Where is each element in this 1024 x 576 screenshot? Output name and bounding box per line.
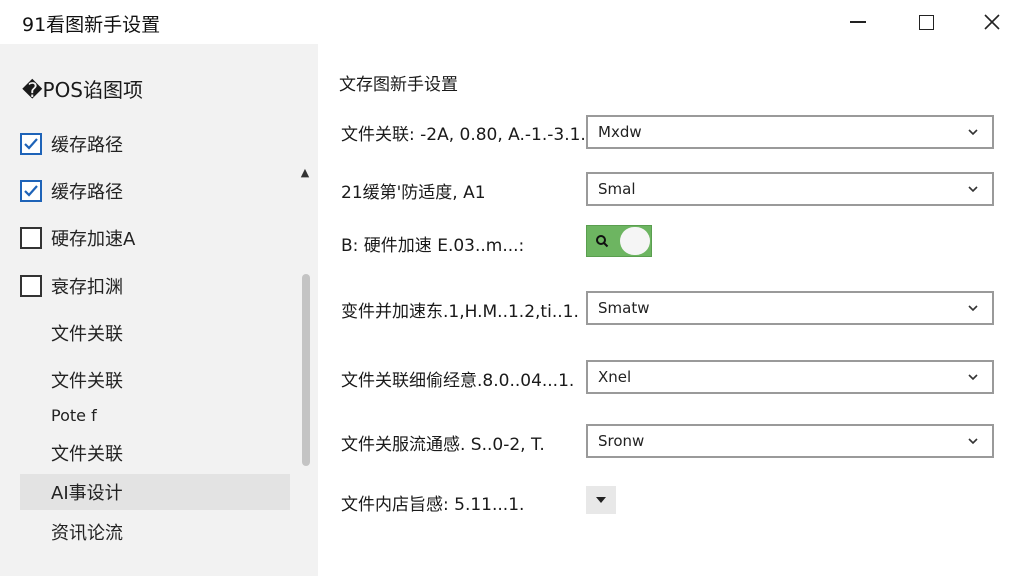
sidebar-item-ai-design[interactable]: AI事设计: [20, 474, 290, 510]
sidebar-item-hw-accel[interactable]: 硬存加速A: [20, 220, 290, 256]
setting-label: B: 硬件加速 E.03..m...:: [341, 236, 525, 256]
sidebar-item-news[interactable]: 资讯论流: [20, 514, 290, 550]
chevron-down-icon: [968, 374, 978, 381]
checkmark-icon: [24, 138, 38, 150]
sidebar-item-label: 衰存扣渊: [51, 277, 123, 298]
maximize-icon: [918, 14, 934, 30]
setting-label: 文件关联细偷经意.8.0..04...1.: [341, 371, 575, 391]
checkbox-unchecked[interactable]: [20, 275, 42, 297]
sidebar-item-cache-clear[interactable]: 衰存扣渊: [20, 268, 290, 304]
setting-label: 21缓第'防适度, A1: [341, 183, 486, 203]
dropdown-value: Smatw: [598, 299, 650, 317]
sidebar-item-cache-path-1[interactable]: 缓存路径: [20, 126, 290, 162]
scroll-up-arrow-icon[interactable]: ▲: [298, 166, 312, 180]
setting-label: 文件关服流通感. S..0-2, T.: [341, 435, 545, 455]
sidebar-item-label: 资讯论流: [51, 523, 123, 544]
close-icon: [984, 14, 1000, 30]
title-bar: 91看图新手设置: [0, 0, 1024, 44]
sidebar-item-label: 文件关联: [51, 324, 123, 345]
setting-dropdown[interactable]: Smal: [586, 172, 994, 206]
sidebar-item-file-assoc-3[interactable]: 文件关联: [20, 435, 290, 471]
sidebar-item-label: 文件关联: [51, 371, 123, 392]
main-title: 文存图新手设置: [339, 75, 458, 95]
sidebar-item-label: AI事设计: [51, 483, 123, 504]
sidebar-item-label: 硬存加速A: [51, 229, 136, 250]
dropdown-value: Xnel: [598, 368, 632, 386]
setting-label: 文件内店旨感: 5.11...1.: [341, 495, 525, 515]
checkbox-unchecked[interactable]: [20, 227, 42, 249]
checkbox-checked[interactable]: [20, 133, 42, 155]
sidebar-item-label: 缓存路径: [51, 135, 123, 156]
sidebar-item-file-assoc-1[interactable]: 文件关联: [20, 315, 290, 351]
minimize-icon: [850, 21, 866, 23]
dropdown-value: Smal: [598, 180, 636, 198]
checkbox-checked[interactable]: [20, 180, 42, 202]
small-dropdown-button[interactable]: [586, 486, 616, 514]
search-icon: [596, 235, 609, 248]
toggle-knob: [620, 227, 650, 255]
sidebar-item-label: 缓存路径: [51, 182, 123, 203]
hardware-accel-toggle[interactable]: [586, 225, 652, 257]
chevron-down-icon: [968, 186, 978, 193]
chevron-down-icon: [968, 438, 978, 445]
close-button[interactable]: [960, 0, 1024, 44]
setting-label: 变件并加速东.1,H.M..1.2,ti..1.: [341, 302, 579, 322]
sidebar-title: �POS谄图项: [22, 78, 144, 102]
dropdown-value: Mxdw: [598, 123, 642, 141]
dropdown-value: Sronw: [598, 432, 645, 450]
sidebar: �POS谄图项 缓存路径 缓存路径 硬存加速A 衰存扣渊 文件关联 文件关联 P…: [0, 44, 318, 576]
sidebar-item-label: Pote f: [51, 405, 97, 425]
sidebar-item-label: 文件关联: [51, 444, 123, 465]
sidebar-item-file-assoc-2[interactable]: 文件关联: [20, 362, 290, 398]
scrollbar-thumb[interactable]: [302, 274, 310, 466]
sidebar-item-cache-path-2[interactable]: 缓存路径: [20, 173, 290, 209]
setting-dropdown[interactable]: Sronw: [586, 424, 994, 458]
triangle-down-icon: [596, 497, 606, 503]
chevron-down-icon: [968, 129, 978, 136]
minimize-button[interactable]: [826, 0, 890, 44]
window-title: 91看图新手设置: [22, 14, 161, 36]
setting-dropdown[interactable]: Mxdw: [586, 115, 994, 149]
checkmark-icon: [24, 185, 38, 197]
chevron-down-icon: [968, 305, 978, 312]
sidebar-item-pote[interactable]: Pote f: [20, 397, 290, 433]
maximize-button[interactable]: [894, 0, 958, 44]
setting-dropdown[interactable]: Smatw: [586, 291, 994, 325]
setting-label: 文件关联: -2A, 0.80, A.-1.-3.1.: [341, 125, 586, 145]
setting-dropdown[interactable]: Xnel: [586, 360, 994, 394]
